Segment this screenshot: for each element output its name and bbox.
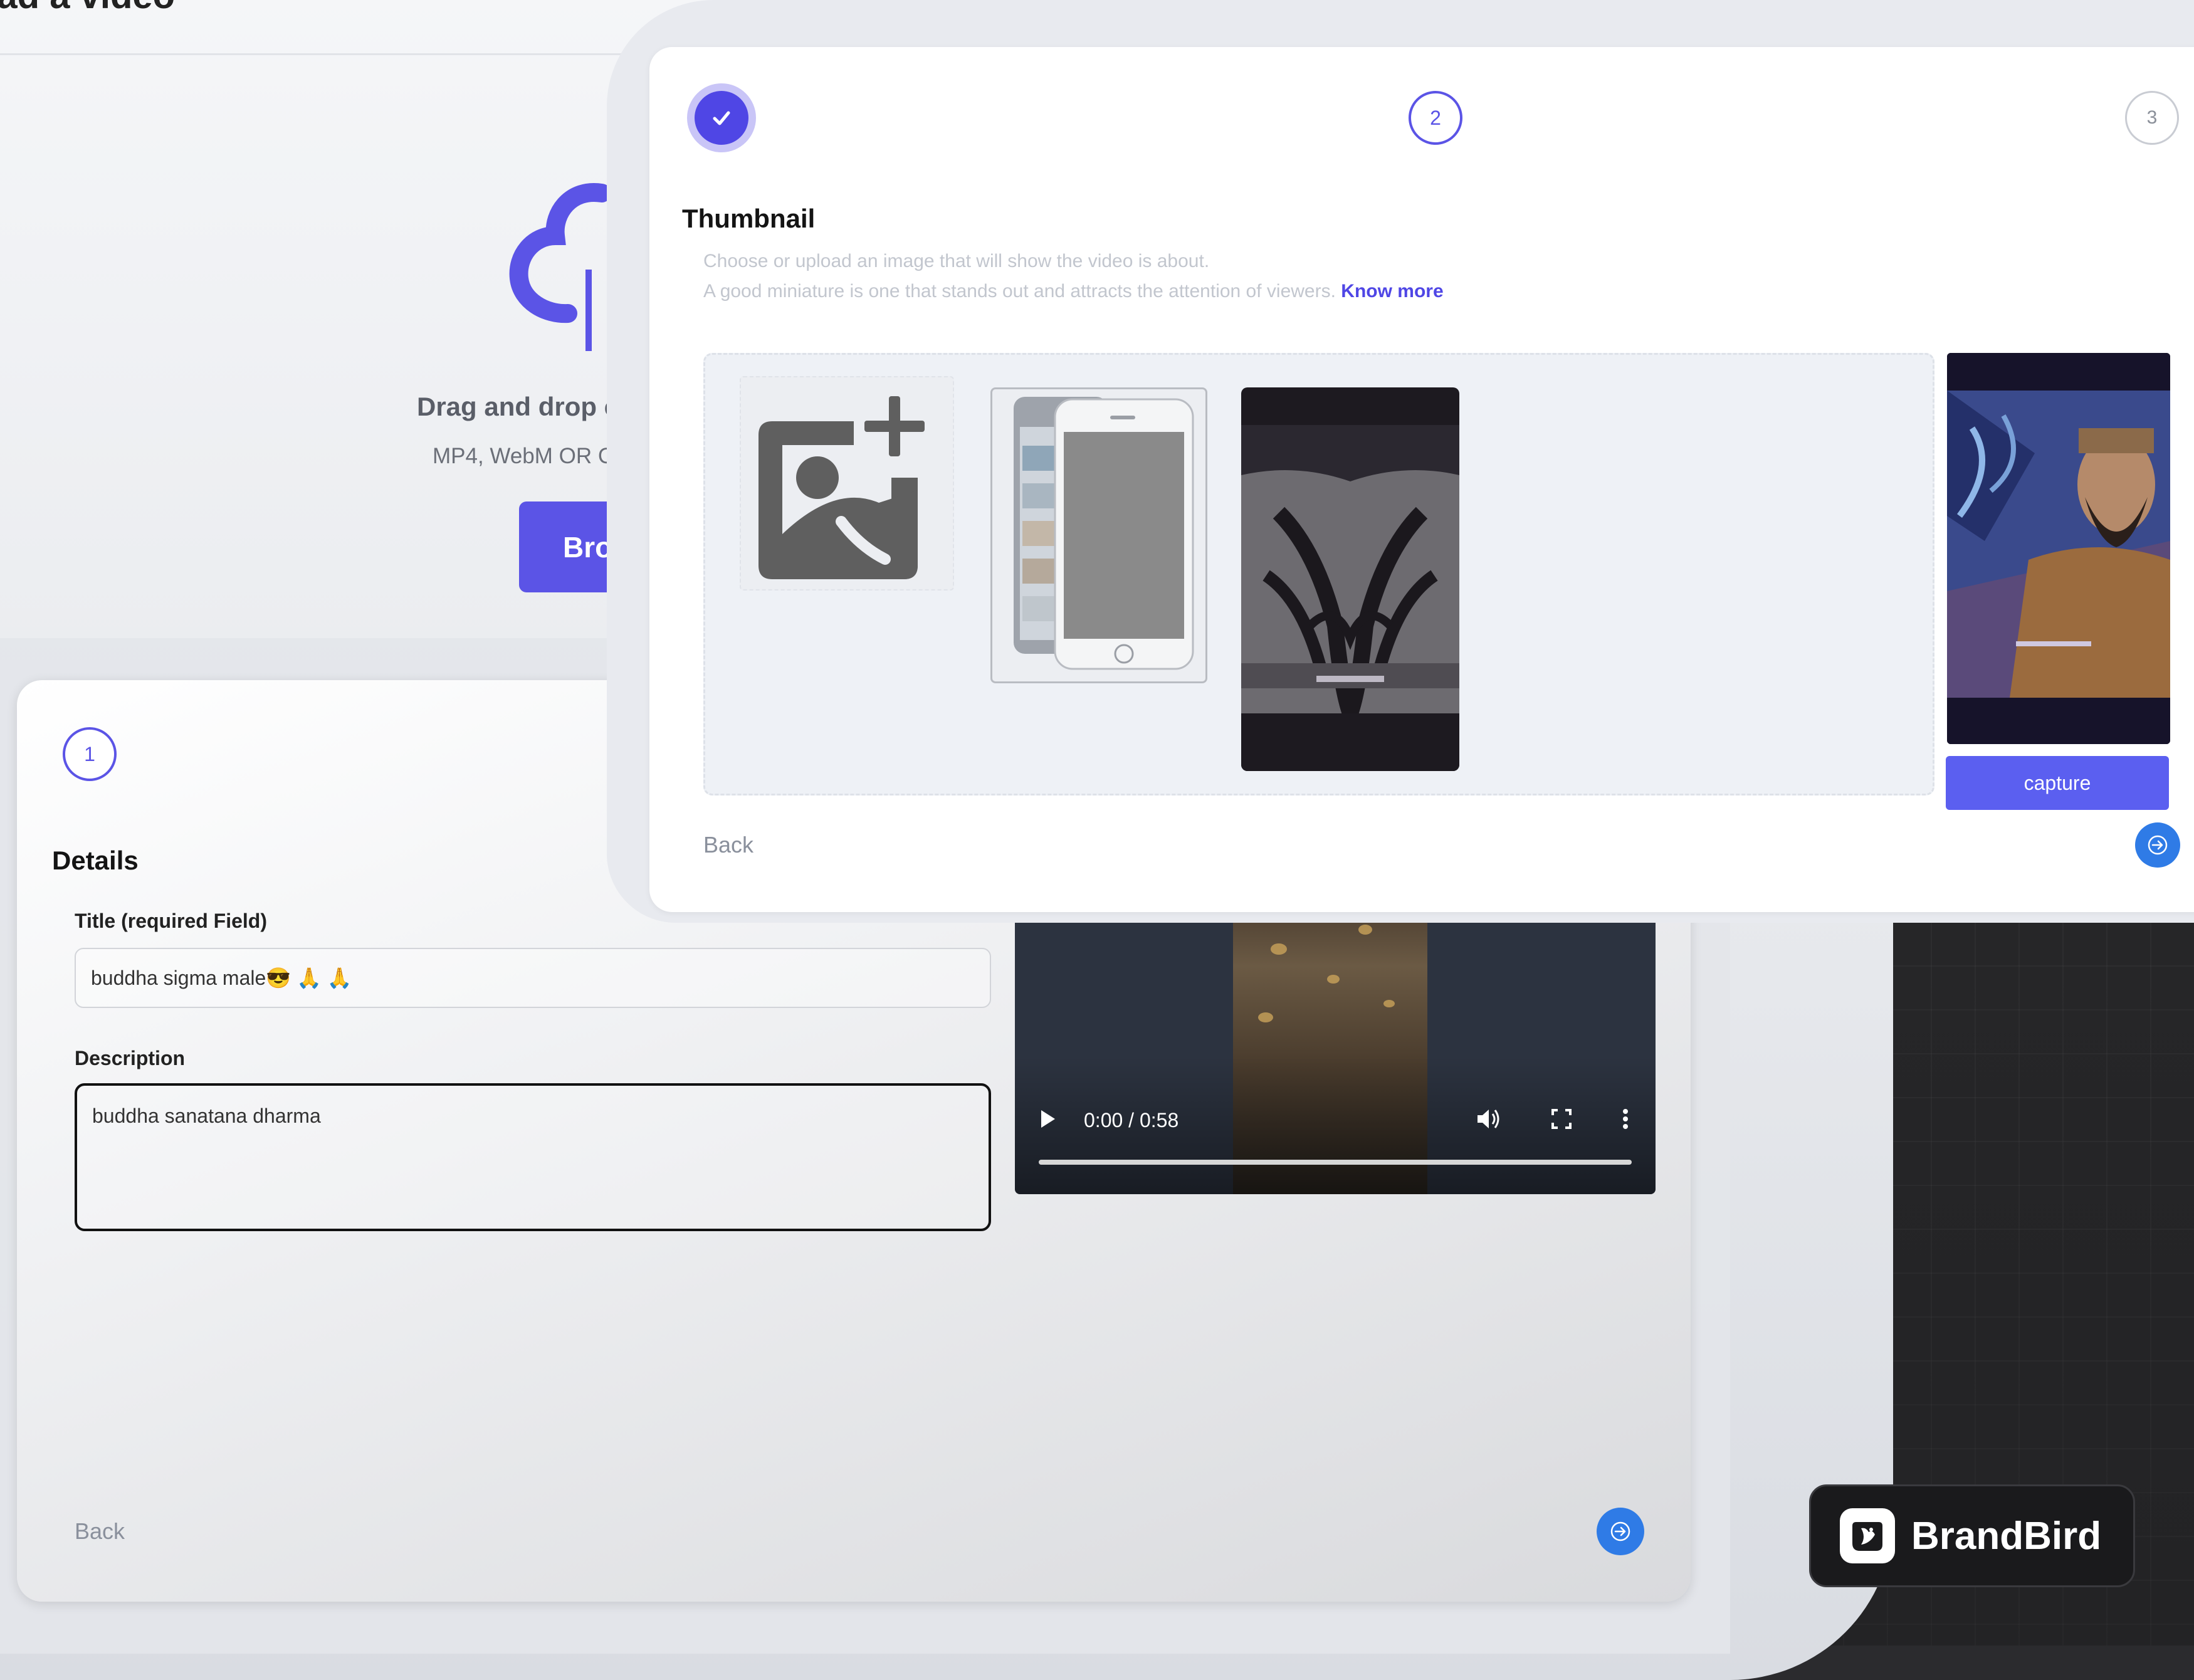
- add-image-tile[interactable]: [740, 376, 954, 591]
- step-1-complete-indicator: [687, 83, 756, 152]
- title-input[interactable]: [75, 948, 991, 1008]
- phone-preview-tile[interactable]: [990, 387, 1207, 683]
- video-frame-thumbnail[interactable]: [1241, 387, 1459, 771]
- thumbnail-back-button[interactable]: Back: [703, 832, 753, 858]
- add-image-icon: [758, 396, 925, 579]
- step-1-indicator: 1: [63, 727, 117, 781]
- video-time: 0:00 / 0:58: [1084, 1109, 1179, 1131]
- video-controls: 0:00 / 0:58: [1015, 1056, 1656, 1194]
- thumbnail-next-button[interactable]: [2135, 822, 2180, 868]
- details-next-button[interactable]: [1597, 1508, 1644, 1555]
- drag-drop-text: Drag and drop c: [417, 392, 619, 421]
- fullscreen-icon[interactable]: [1550, 1106, 1573, 1131]
- frame-thumbnail-image: [1241, 425, 1459, 771]
- capture-button[interactable]: capture: [1946, 756, 2169, 810]
- phone-mockup-image: [1014, 397, 1194, 670]
- details-title: Details: [52, 846, 139, 875]
- formats-text: MP4, WebM OR C: [433, 444, 614, 468]
- thumbnail-desc-line2: A good miniature is one that stands out …: [703, 281, 1444, 302]
- thumbnail-desc-text: A good miniature is one that stands out …: [703, 281, 1336, 302]
- brand-badge: BrandBird: [1809, 1484, 2135, 1587]
- play-icon[interactable]: [1039, 1106, 1058, 1131]
- arrow-right-icon: [1610, 1521, 1630, 1541]
- description-textarea[interactable]: buddha sanatana dharma: [75, 1083, 991, 1231]
- description-label: Description: [75, 1047, 186, 1069]
- volume-icon[interactable]: [1475, 1106, 1503, 1131]
- step-2-indicator: 2: [1409, 91, 1462, 145]
- brandbird-logo-icon: [1840, 1508, 1895, 1563]
- capture-preview: [1947, 353, 2170, 744]
- upload-divider: [0, 53, 664, 55]
- step-3-indicator: 3: [2125, 91, 2179, 145]
- more-vertical-icon[interactable]: [1620, 1106, 1630, 1131]
- check-icon: [713, 111, 730, 125]
- capture-preview-image: [1947, 353, 2170, 744]
- video-progress-bar[interactable]: [1039, 1160, 1632, 1165]
- title-label: Title (required Field): [75, 910, 267, 932]
- arrow-right-icon: [2148, 835, 2168, 855]
- thumbnail-desc-line1: Choose or upload an image that will show…: [703, 251, 1210, 271]
- thumbnail-card: 2 3 Thumbnail Choose or upload an image …: [649, 47, 2194, 912]
- brand-name: BrandBird: [1911, 1514, 2102, 1558]
- details-back-button[interactable]: Back: [75, 1518, 125, 1545]
- upload-title: oad a video: [0, 0, 175, 17]
- thumbnail-title: Thumbnail: [682, 204, 816, 233]
- know-more-link[interactable]: Know more: [1341, 281, 1443, 302]
